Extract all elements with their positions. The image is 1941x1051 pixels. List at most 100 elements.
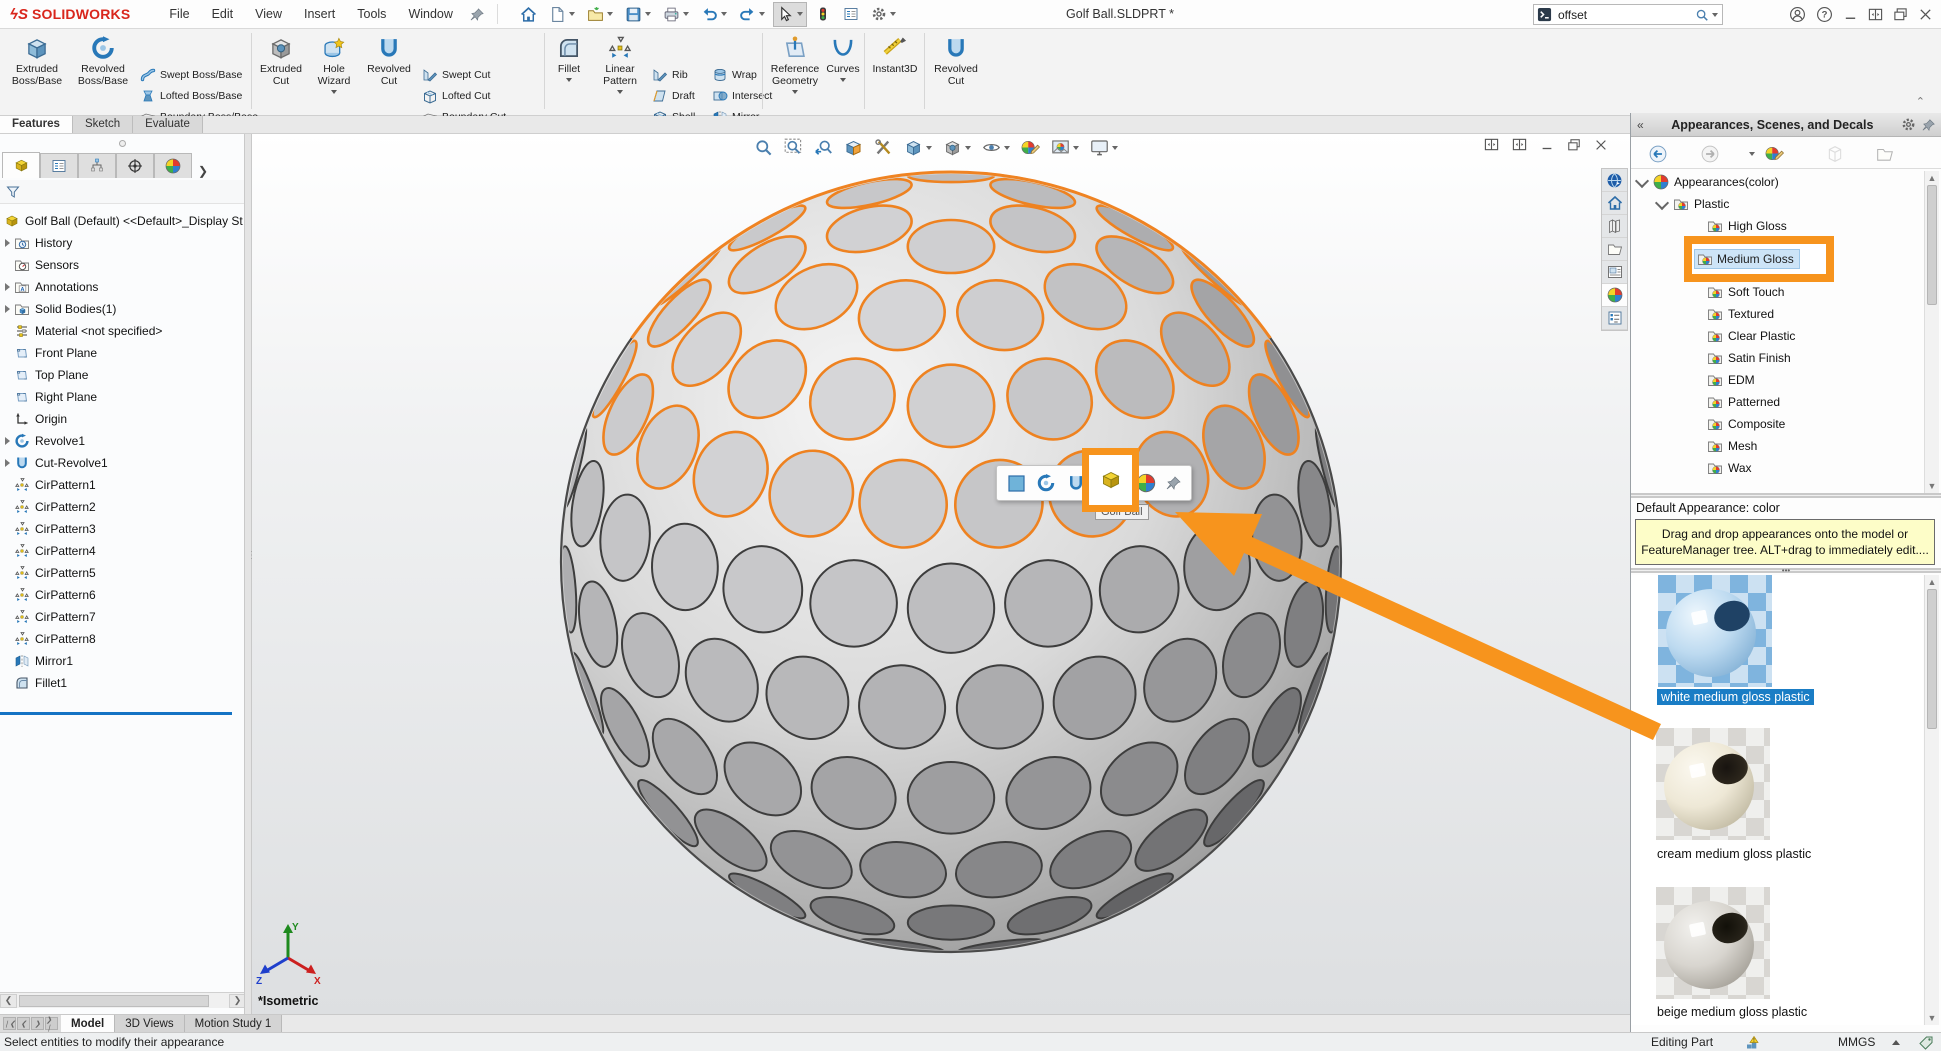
tree-item-soft-touch[interactable]: Soft Touch [1631,281,1923,303]
instant3d-button[interactable]: Instant3D [868,32,922,112]
tree-item-fillet1[interactable]: Fillet1 [0,672,245,694]
dropdown-caret-icon[interactable] [1749,152,1755,156]
tree-item-cirpattern1[interactable]: CirPattern1 [0,474,245,496]
pin-icon[interactable] [1166,475,1182,491]
swatch-beige-medium-gloss[interactable] [1656,887,1770,999]
tab-property-manager[interactable] [40,153,78,178]
expand-arrow-icon[interactable] [0,239,14,247]
forward-arrow-icon[interactable] [1701,145,1719,163]
tree-item-textured[interactable]: Textured [1631,303,1923,325]
home-button[interactable] [516,2,541,27]
task-pane-splitter[interactable] [1631,493,1941,498]
tab-file-explorer[interactable] [1602,238,1627,261]
panel-splitter-handle[interactable] [0,140,245,148]
tree-item-patterned[interactable]: Patterned [1631,391,1923,413]
tab-evaluate[interactable]: Evaluate [133,116,203,133]
undo-button[interactable] [697,2,731,27]
units-label[interactable]: MMGS [1838,1035,1875,1049]
show-right-pane-icon[interactable] [1512,137,1527,152]
scroll-up-arrow[interactable]: ▲ [1927,173,1937,183]
tree-item-cirpattern5[interactable]: CirPattern5 [0,562,245,584]
close-window-icon[interactable] [1918,7,1933,22]
tree-item-material[interactable]: Material <not specified> [0,320,245,342]
help-icon[interactable] [1816,6,1833,23]
zoom-to-area-button[interactable] [782,136,805,159]
tree-item-cut-revolve1[interactable]: Cut-Revolve1 [0,452,245,474]
expand-arrow-icon[interactable] [0,305,14,313]
performance-warning-icon[interactable] [1745,1035,1761,1051]
tree-root-appearances[interactable]: Appearances(color) [1631,171,1923,193]
draft-button[interactable]: Draft [652,86,695,106]
expand-panes-icon[interactable] [1868,7,1883,22]
tree-item-front-plane[interactable]: Front Plane [0,342,245,364]
tree-item-annotations[interactable]: Annotations [0,276,245,298]
tree-item-revolve1[interactable]: Revolve1 [0,430,245,452]
tree-item-cirpattern4[interactable]: CirPattern4 [0,540,245,562]
swatch-cream-medium-gloss[interactable] [1656,728,1770,840]
task-pane-splitter[interactable]: ••• [1631,568,1941,573]
menu-pin-button[interactable] [466,3,489,26]
print-button[interactable] [659,2,693,27]
graphics-viewport[interactable]: Y X Z *Isometric [252,134,1630,1014]
expand-arrow-icon[interactable] [0,283,14,291]
ribbon-collapse-chevron-icon[interactable]: ⌃ [1916,95,1925,108]
save-button[interactable] [621,2,655,27]
search-magnifier-icon[interactable] [1695,8,1709,22]
tree-node-plastic[interactable]: Plastic [1631,193,1923,215]
tab-configuration-manager[interactable] [78,153,116,178]
medium-gloss-selected-row[interactable]: Medium Gloss [1694,249,1800,269]
previous-view-button[interactable] [812,136,835,159]
dropdown-caret-icon[interactable] [645,12,651,16]
new-document-button[interactable] [545,2,579,27]
tree-item-cirpattern8[interactable]: CirPattern8 [0,628,245,650]
tab-sketch[interactable]: Sketch [73,116,133,133]
options-button[interactable] [867,2,900,26]
restore-window-icon[interactable] [1893,7,1908,22]
menu-window[interactable]: Window [397,2,463,26]
swatch-label[interactable]: cream medium gloss plastic [1657,847,1811,861]
login-user-icon[interactable] [1789,6,1806,23]
menu-file[interactable]: File [158,2,200,26]
dropdown-caret-icon[interactable] [890,12,896,16]
tree-item-solid-bodies[interactable]: Solid Bodies(1) [0,298,245,320]
show-left-pane-icon[interactable] [1484,137,1499,152]
collapse-chevron-icon[interactable] [1635,173,1649,187]
menu-edit[interactable]: Edit [201,2,245,26]
restore-document-icon[interactable] [1567,138,1581,152]
panel-tabs-overflow-chevron[interactable]: ❯ [198,164,208,178]
tree-item-sensors[interactable]: Sensors [0,254,245,276]
search-box[interactable]: offset [1533,4,1723,25]
swatch-label-selected[interactable]: white medium gloss plastic [1657,689,1814,705]
menu-view[interactable]: View [244,2,293,26]
open-button[interactable] [583,2,617,27]
view-orientation-button[interactable] [902,136,934,159]
pin-icon[interactable] [1922,118,1936,132]
scroll-down-arrow[interactable]: ▼ [1927,481,1937,491]
linear-pattern-button[interactable]: Linear Pattern [594,32,646,112]
close-document-icon[interactable] [1594,138,1608,152]
swatch-list-scrollbar[interactable]: ▲ ▼ [1924,575,1939,1025]
tab-3d-views[interactable]: 3D Views [115,1015,184,1032]
tab-view-palette[interactable] [1602,261,1627,284]
prev-tab-button[interactable]: ❮ [17,1017,30,1030]
revolved-cut-button[interactable]: Revolved Cut [362,32,416,112]
collapse-chevron-icon[interactable] [1655,195,1669,209]
dropdown-caret-icon[interactable] [569,12,575,16]
dropdown-caret-icon[interactable] [1112,146,1118,150]
rebuild-button[interactable] [811,2,835,26]
hide-show-items-button[interactable] [980,136,1012,159]
tree-item-satin-finish[interactable]: Satin Finish [1631,347,1923,369]
dropdown-caret-icon[interactable] [617,90,623,94]
tree-item-cirpattern3[interactable]: CirPattern3 [0,518,245,540]
tag-icon[interactable] [1918,1035,1934,1051]
edit-appearance-wheel-pencil-icon[interactable] [1765,144,1784,163]
tree-item-cirpattern7[interactable]: CirPattern7 [0,606,245,628]
tab-model[interactable]: Model [61,1015,115,1032]
tab-dimxpert-manager[interactable] [116,153,154,178]
dropdown-caret-icon[interactable] [926,146,932,150]
measure-button[interactable] [872,136,895,159]
edit-feature-revolve-icon[interactable] [1036,473,1056,493]
tree-item-origin[interactable]: Origin [0,408,245,430]
tab-appearances[interactable] [1602,284,1627,307]
scrollbar-thumb[interactable] [19,995,209,1007]
